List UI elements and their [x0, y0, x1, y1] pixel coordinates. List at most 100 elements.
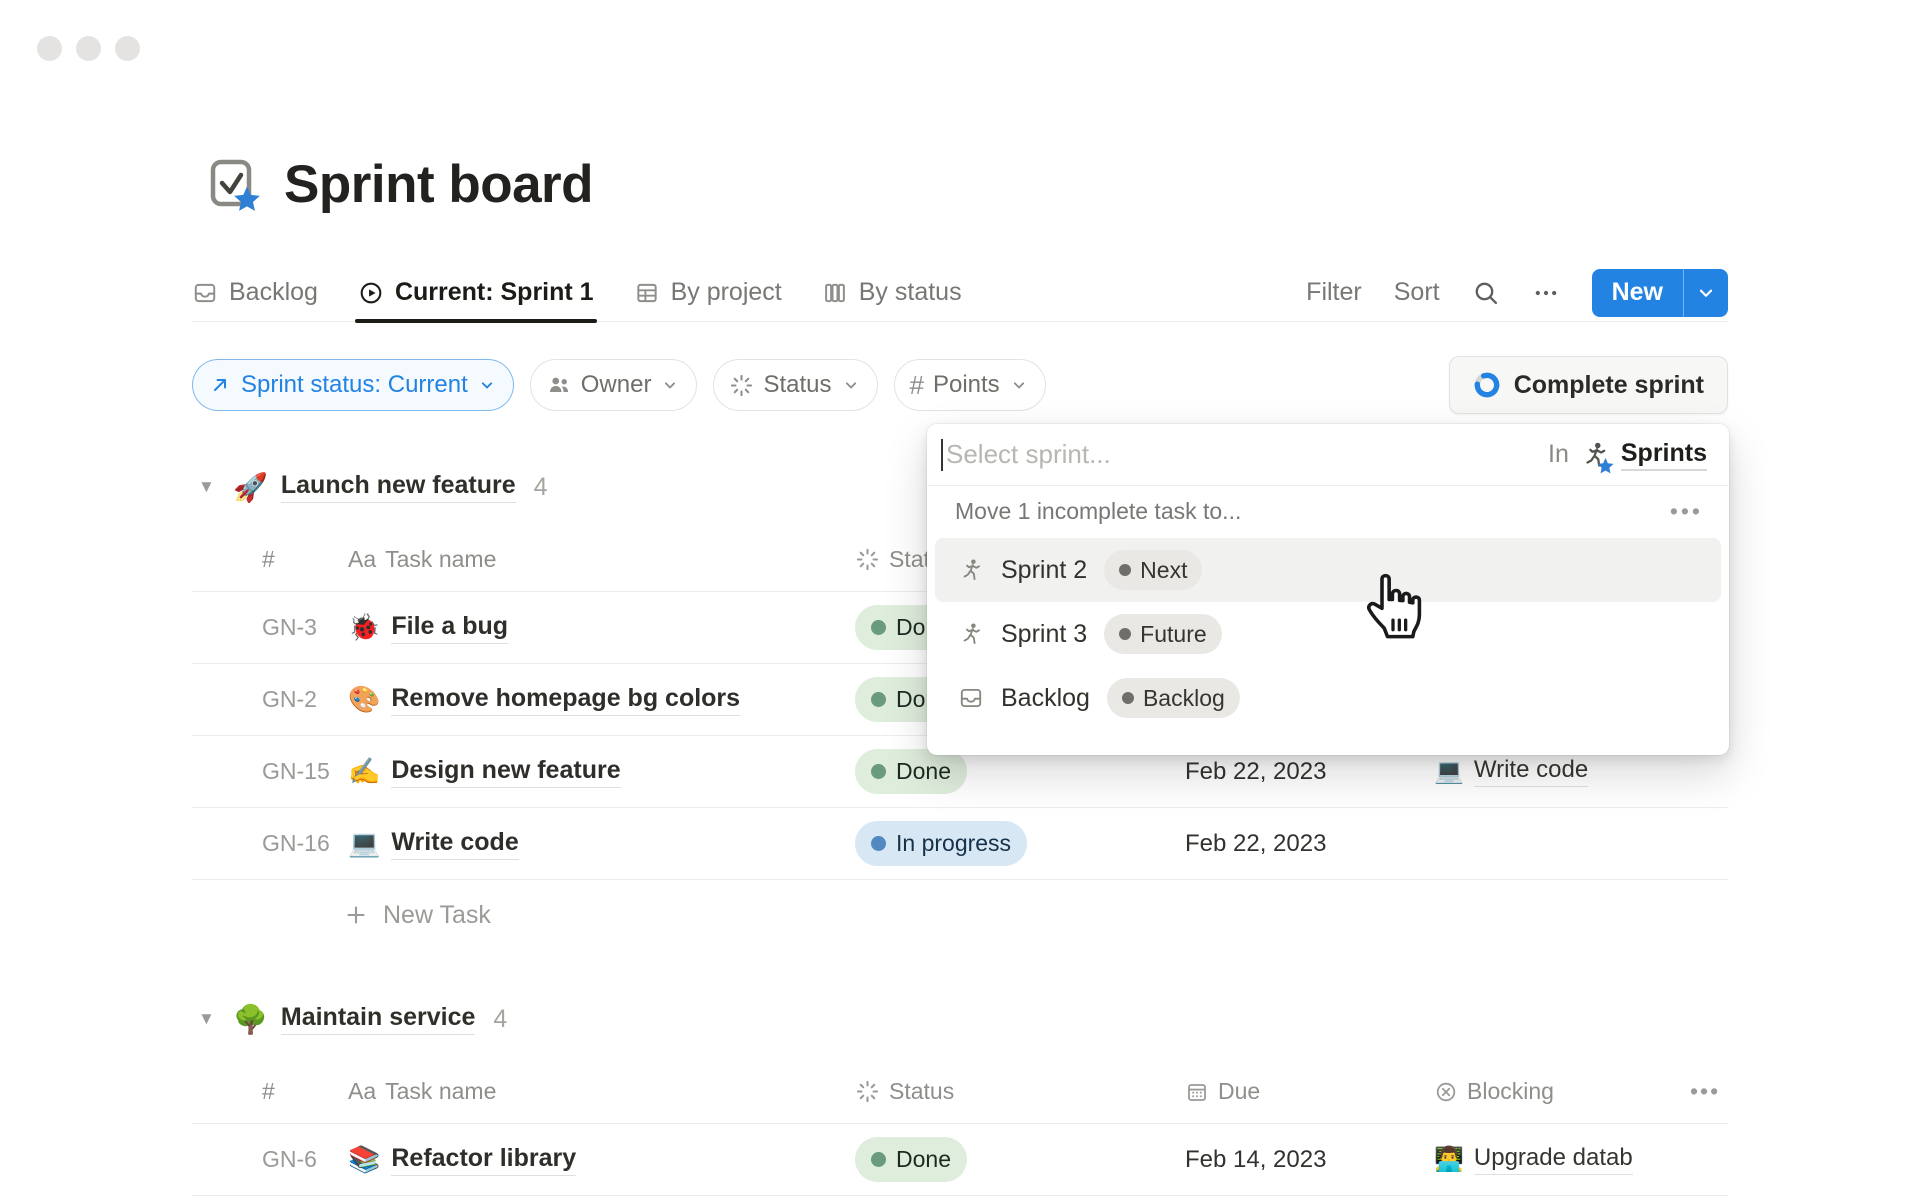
option-backlog[interactable]: Backlog Backlog — [935, 666, 1721, 730]
status-badge[interactable]: Done — [855, 1137, 967, 1182]
blocking-cell[interactable] — [1434, 842, 1690, 845]
status-spinner-icon — [729, 373, 754, 398]
group-title[interactable]: Maintain service — [281, 1003, 476, 1035]
column-header-id[interactable]: # — [262, 1078, 348, 1105]
window-zoom-button[interactable] — [115, 36, 140, 61]
group-header: ▼ 🌳 Maintain service 4 — [192, 996, 1728, 1042]
chevron-down-icon — [1009, 375, 1029, 395]
play-circle-icon — [358, 280, 384, 306]
owner-filter-chip[interactable]: Owner — [530, 359, 698, 411]
tab-by-project[interactable]: By project — [634, 264, 782, 321]
table-icon — [634, 280, 660, 306]
status-dot — [871, 1152, 886, 1167]
dropdown-section-row: Move 1 incomplete task to... ••• — [927, 486, 1729, 536]
task-name-cell[interactable]: 💻 Write code — [348, 828, 855, 860]
search-icon[interactable] — [1472, 279, 1500, 307]
group-emoji: 🚀 — [233, 471, 268, 504]
column-header-due[interactable]: Due — [1185, 1078, 1434, 1105]
status-badge[interactable]: In progress — [855, 821, 1027, 866]
group-count: 4 — [534, 473, 548, 502]
task-name-cell[interactable]: 🐞 File a bug — [348, 612, 855, 644]
column-header-blocking[interactable]: Blocking — [1434, 1078, 1690, 1105]
task-name-cell[interactable]: 🎨 Remove homepage bg colors — [348, 684, 855, 716]
status-dot — [1119, 564, 1131, 576]
filter-button[interactable]: Filter — [1306, 278, 1362, 307]
page-title: Sprint board — [284, 154, 593, 215]
sprints-database-name: Sprints — [1621, 439, 1707, 471]
new-dropdown-button[interactable] — [1684, 269, 1728, 317]
option-sprint-3[interactable]: Sprint 3 Future — [935, 602, 1721, 666]
hash-icon: # — [910, 370, 924, 401]
status-filter-chip[interactable]: Status — [713, 359, 877, 411]
calendar-icon — [1185, 1080, 1209, 1104]
new-button-group: New — [1592, 269, 1728, 317]
runner-icon — [958, 621, 984, 647]
column-header-status[interactable]: Status — [855, 1078, 1185, 1105]
chevron-down-icon — [660, 375, 680, 395]
task-id: GN-2 — [262, 686, 348, 713]
due-date[interactable]: Feb 22, 2023 — [1185, 830, 1434, 858]
column-header-id[interactable]: # — [262, 546, 348, 573]
column-header-more[interactable]: ••• — [1690, 1078, 1728, 1105]
window-close-button[interactable] — [37, 36, 62, 61]
column-header-task-name[interactable]: Aa Task name — [348, 546, 855, 573]
inbox-icon — [192, 280, 218, 306]
complete-sprint-button[interactable]: Complete sprint — [1449, 356, 1728, 414]
board-columns-icon — [822, 280, 848, 306]
collapse-toggle-icon[interactable]: ▼ — [198, 1009, 220, 1029]
status-dot — [871, 620, 886, 635]
points-filter-chip[interactable]: # Points — [894, 359, 1046, 411]
task-emoji: 💻 — [348, 828, 380, 859]
tab-label: Backlog — [229, 278, 318, 307]
checkbox-star-icon — [206, 157, 262, 213]
status-badge[interactable]: Done — [855, 749, 967, 794]
database-reference[interactable]: In Sprints — [1548, 439, 1707, 471]
status-dot — [871, 764, 886, 779]
blocking-emoji: 💻 — [1434, 757, 1464, 786]
tab-backlog[interactable]: Backlog — [192, 264, 318, 321]
collapse-toggle-icon[interactable]: ▼ — [198, 477, 220, 497]
due-date[interactable]: Feb 22, 2023 — [1185, 758, 1434, 786]
chevron-down-icon — [841, 375, 861, 395]
blocking-cell[interactable]: 👨‍💻 Upgrade datab — [1434, 1144, 1690, 1175]
inbox-icon — [958, 685, 984, 711]
task-emoji: 📚 — [348, 1144, 380, 1175]
sprint-status-filter-chip[interactable]: Sprint status: Current — [192, 359, 514, 411]
task-name-cell[interactable]: 📚 Refactor library — [348, 1144, 855, 1176]
section-label: Move 1 incomplete task to... — [955, 498, 1241, 525]
tab-label: Current: Sprint 1 — [395, 278, 594, 307]
star-icon — [1597, 458, 1614, 475]
task-id: GN-6 — [262, 1146, 348, 1173]
sprint-status-badge: Next — [1104, 550, 1202, 590]
sprint-search-input[interactable] — [946, 439, 1548, 470]
sort-button[interactable]: Sort — [1394, 278, 1440, 307]
blocking-cell[interactable]: 💻 Write code — [1434, 756, 1690, 787]
arrow-up-right-icon — [208, 373, 232, 397]
section-more-icon[interactable]: ••• — [1670, 498, 1703, 525]
table-row[interactable]: GN-16 💻 Write code In progress Feb 22, 2… — [192, 808, 1728, 880]
task-id: GN-15 — [262, 758, 348, 785]
group-emoji: 🌳 — [233, 1003, 268, 1036]
group-title[interactable]: Launch new feature — [281, 471, 516, 503]
runner-icon — [958, 557, 984, 583]
window-minimize-button[interactable] — [76, 36, 101, 61]
status-dot — [1122, 692, 1134, 704]
due-date[interactable]: Feb 14, 2023 — [1185, 1146, 1434, 1174]
tab-by-status[interactable]: By status — [822, 264, 962, 321]
tab-label: By status — [859, 278, 962, 307]
option-sprint-2[interactable]: Sprint 2 Next — [935, 538, 1721, 602]
sprint-select-dropdown: In Sprints Move 1 incomplete task to... … — [927, 424, 1729, 755]
more-options-icon[interactable] — [1532, 279, 1560, 307]
column-header-task-name[interactable]: Aa Task name — [348, 1078, 855, 1105]
task-name-cell[interactable]: ✍️ Design new feature — [348, 756, 855, 788]
tab-current-sprint[interactable]: Current: Sprint 1 — [358, 264, 594, 321]
people-icon — [546, 372, 572, 398]
status-dot — [871, 836, 886, 851]
view-tabs: Backlog Current: Sprint 1 — [192, 264, 962, 321]
task-id: GN-16 — [262, 830, 348, 857]
table-row[interactable]: GN-6 📚 Refactor library Done Feb 14, 202… — [192, 1124, 1728, 1196]
new-task-button[interactable]: New Task — [192, 880, 1728, 950]
sprints-database-icon — [1580, 440, 1610, 470]
new-button[interactable]: New — [1592, 269, 1683, 317]
chevron-down-icon — [477, 375, 497, 395]
